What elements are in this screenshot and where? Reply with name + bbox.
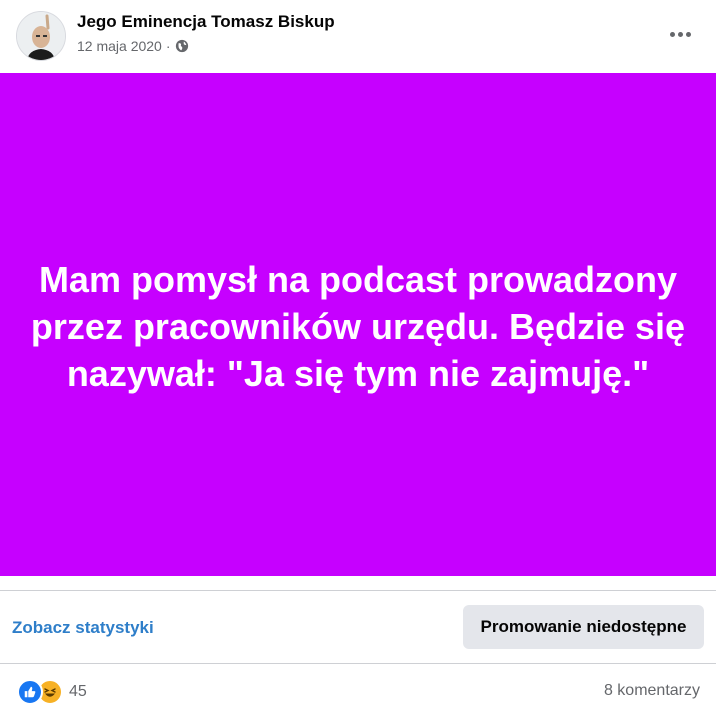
globe-icon[interactable] bbox=[175, 39, 189, 53]
post-text-background: Mam pomysł na podcast prowadzony przez p… bbox=[0, 73, 716, 576]
post-header: Jego Eminencja Tomasz Biskup 12 maja 202… bbox=[0, 0, 716, 72]
divider bbox=[0, 663, 716, 664]
meta-separator: · bbox=[165, 38, 171, 54]
like-icon bbox=[17, 679, 43, 705]
reactions-summary[interactable]: 45 bbox=[17, 679, 87, 705]
view-insights-link[interactable]: Zobacz statystyki bbox=[12, 618, 154, 638]
avatar-image bbox=[17, 12, 65, 60]
boost-unavailable-button[interactable]: Promowanie niedostępne bbox=[463, 605, 704, 649]
post-date[interactable]: 12 maja 2020 bbox=[77, 38, 162, 54]
post-meta: 12 maja 2020 · bbox=[77, 38, 189, 54]
reaction-count: 45 bbox=[69, 683, 87, 700]
author-name[interactable]: Jego Eminencja Tomasz Biskup bbox=[77, 12, 335, 32]
comments-count[interactable]: 8 komentarzy bbox=[604, 682, 700, 700]
facebook-post: Jego Eminencja Tomasz Biskup 12 maja 202… bbox=[0, 0, 716, 711]
divider bbox=[0, 590, 716, 591]
more-horizontal-icon[interactable] bbox=[664, 22, 696, 46]
post-text: Mam pomysł na podcast prowadzony przez p… bbox=[30, 259, 686, 394]
avatar[interactable] bbox=[16, 11, 66, 61]
